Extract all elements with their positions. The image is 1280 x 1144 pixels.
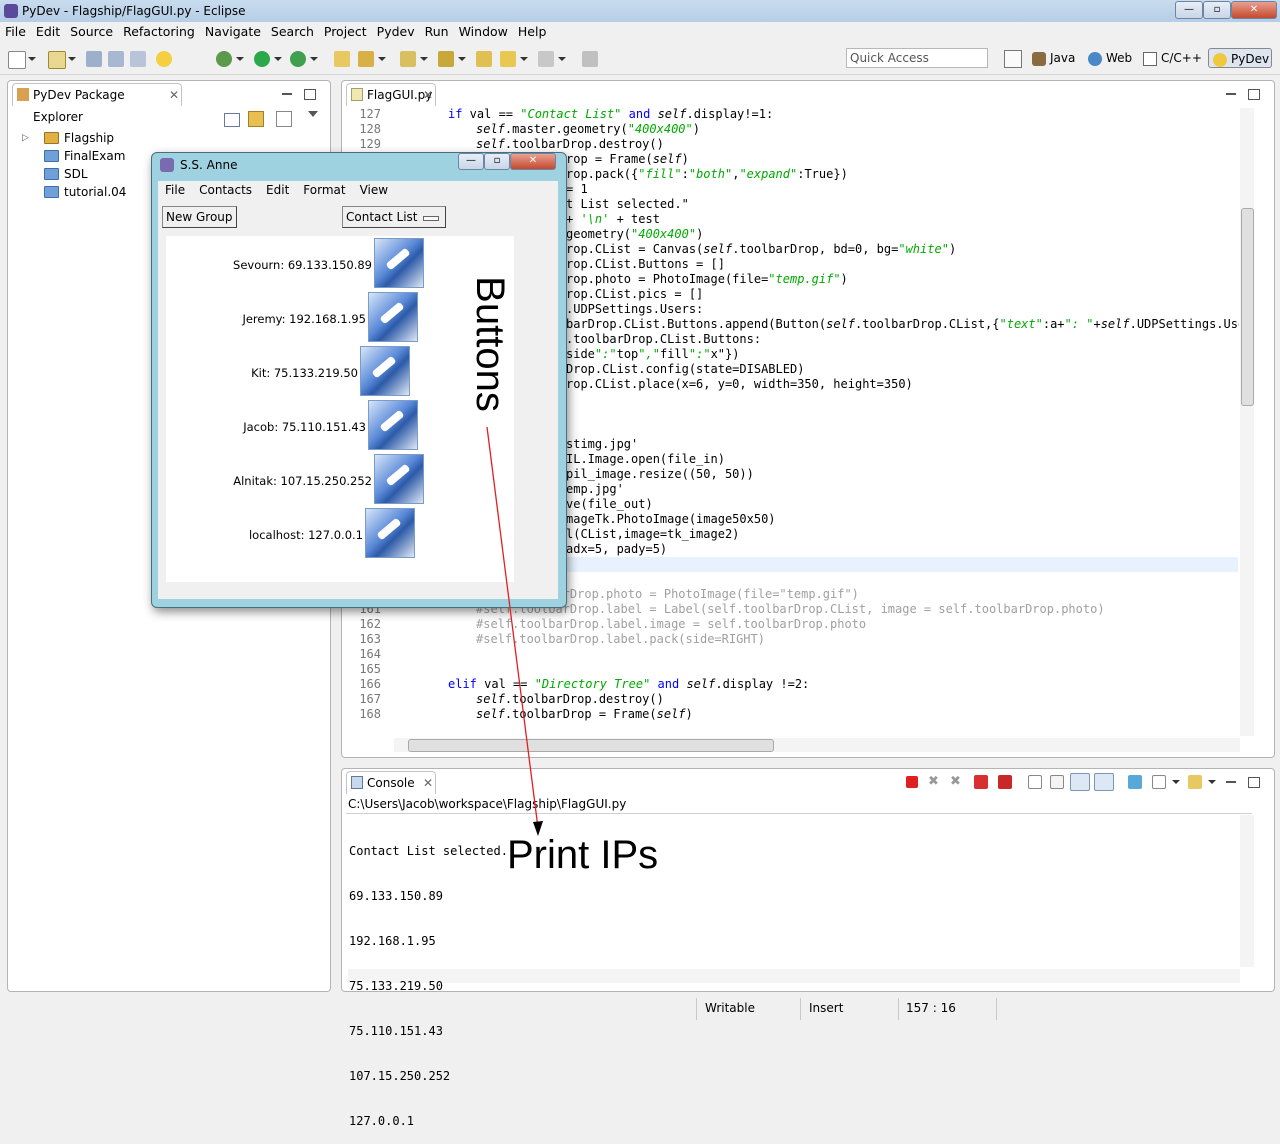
arrow-head-icon	[533, 821, 543, 836]
annotation-arrow-layer	[486, 426, 543, 836]
annotation-arrow	[486, 426, 539, 829]
console-line: 75.110.151.43	[349, 1024, 443, 1038]
console-line: 127.0.0.1	[349, 1114, 415, 1128]
console-line: 107.15.250.252	[349, 1069, 451, 1083]
